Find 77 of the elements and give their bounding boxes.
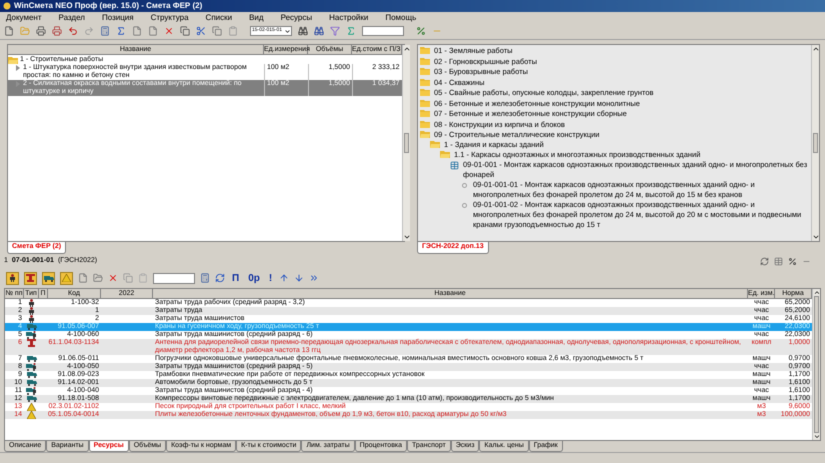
arrow-up-icon[interactable] (279, 273, 290, 283)
table-icon (450, 161, 459, 170)
worker-icon (9, 274, 16, 282)
percent-icon[interactable] (416, 26, 426, 36)
resource-filter-button[interactable] (6, 272, 19, 284)
input-field[interactable] (362, 26, 404, 36)
vehicle-icon (44, 274, 54, 282)
scrollbar-thumb[interactable] (814, 296, 819, 433)
scroll-down-icon[interactable] (813, 432, 821, 440)
calculator-icon[interactable] (100, 26, 110, 36)
vehicle-icon (26, 395, 36, 402)
bullet-icon (462, 183, 467, 188)
resource-row[interactable] (5, 339, 812, 355)
copy-icon[interactable] (180, 26, 190, 36)
sum-icon[interactable] (116, 26, 126, 36)
scroll-up-icon[interactable] (402, 45, 411, 53)
menu-item[interactable]: Настройки (329, 12, 368, 24)
equipment-icon (27, 339, 36, 347)
binoculars-icon[interactable] (314, 26, 324, 36)
undo-icon[interactable] (68, 26, 78, 36)
scroll-down-icon[interactable] (812, 233, 820, 241)
vehicle-with-worker-icon (26, 331, 37, 339)
scrollbar[interactable] (402, 45, 410, 241)
input-field[interactable] (153, 272, 195, 284)
scrollbar[interactable] (812, 289, 820, 440)
dropdown-caret-icon[interactable] (284, 28, 291, 34)
scroll-down-icon[interactable] (402, 233, 411, 241)
double-chevron-icon[interactable] (309, 273, 320, 283)
bullet-icon (462, 203, 467, 208)
delete-icon[interactable] (108, 273, 118, 283)
menu-item[interactable]: Ресурсы (280, 12, 312, 24)
resource-filter-button[interactable] (42, 272, 55, 284)
menu-item[interactable]: Документ (6, 12, 42, 24)
new-file-icon[interactable] (4, 26, 14, 36)
app-icon (3, 2, 11, 10)
menu-item[interactable]: Позиция (102, 12, 134, 24)
scroll-up-icon[interactable] (812, 45, 820, 53)
copy-icon[interactable] (212, 26, 222, 36)
scroll-up-icon[interactable] (813, 289, 821, 296)
percent-icon[interactable] (788, 256, 797, 266)
menu-item[interactable]: Помощь (385, 12, 416, 24)
calculator-icon[interactable] (200, 273, 210, 283)
page-icon[interactable] (78, 273, 88, 283)
window-title: WinСмета NEO Проф (вер. 15.0) - Смета ФЕР (2) (14, 0, 202, 12)
binoculars-icon[interactable] (298, 26, 308, 36)
scrollbar-thumb[interactable] (404, 133, 409, 153)
sum-icon[interactable] (346, 26, 356, 36)
filter-icon[interactable] (330, 26, 340, 36)
toolbar-button[interactable]: П (230, 270, 242, 286)
toolbar-button[interactable]: ! (266, 270, 274, 286)
printer-icon[interactable] (36, 26, 46, 36)
page-icon[interactable] (132, 26, 142, 36)
delete-icon[interactable] (164, 26, 174, 36)
vehicle-with-worker-icon (26, 363, 37, 371)
vehicle-icon (26, 355, 36, 362)
resource-filter-button[interactable] (24, 272, 37, 284)
equipment-icon (26, 274, 35, 282)
menu-item[interactable]: Вид (249, 12, 264, 24)
toolbar-button[interactable]: 0р (246, 270, 262, 286)
vehicle-with-worker-icon (26, 387, 37, 395)
menu-item[interactable]: Раздел (58, 12, 85, 24)
scrollbar[interactable] (811, 45, 819, 241)
triangle-icon (62, 274, 71, 282)
folder-icon[interactable] (93, 273, 103, 283)
table-icon[interactable] (774, 256, 783, 266)
arrow-down-icon[interactable] (294, 273, 304, 283)
scrollbar-thumb[interactable] (813, 133, 818, 153)
print-preview-icon[interactable] (52, 26, 62, 36)
refresh-icon[interactable] (760, 256, 769, 266)
cut-icon[interactable] (196, 26, 206, 36)
vehicle-icon (26, 323, 36, 330)
expand-arrow-icon[interactable] (16, 65, 20, 71)
menu-item[interactable]: Структура (150, 12, 189, 24)
refresh-icon[interactable] (215, 273, 225, 283)
menu-item[interactable]: Списки (206, 12, 232, 24)
page-icon[interactable] (148, 26, 158, 36)
open-folder-icon (8, 56, 18, 64)
